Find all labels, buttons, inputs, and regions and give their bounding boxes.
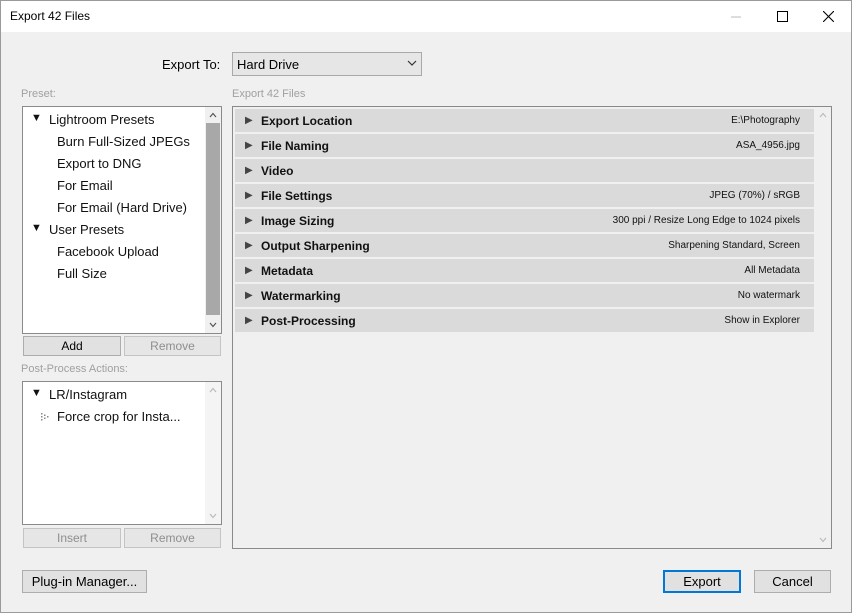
maximize-button[interactable]: [759, 1, 805, 32]
section-export-location[interactable]: ▶ Export Location E:\Photography: [235, 109, 814, 132]
close-button[interactable]: [805, 1, 851, 32]
preset-item[interactable]: Full Size: [23, 264, 205, 286]
section-metadata[interactable]: ▶ Metadata All Metadata: [235, 259, 814, 282]
post-process-label: Post-Process Actions:: [21, 363, 128, 375]
section-file-settings[interactable]: ▶ File Settings JPEG (70%) / sRGB: [235, 184, 814, 207]
preset-item[interactable]: For Email (Hard Drive): [23, 198, 205, 220]
scroll-up-button[interactable]: [205, 382, 221, 398]
export-to-label: Export To:: [162, 57, 221, 72]
section-watermarking[interactable]: ▶ Watermarking No watermark: [235, 284, 814, 307]
chevron-up-icon: [209, 112, 217, 118]
cancel-button[interactable]: Cancel: [754, 570, 831, 593]
section-post-processing[interactable]: ▶ Post-Processing Show in Explorer: [235, 309, 814, 332]
preset-group-user[interactable]: ▼ User Presets: [23, 220, 205, 242]
export-sections-panel: ▶ Export Location E:\Photography ▶ File …: [232, 106, 832, 549]
export-panel-label: Export 42 Files: [232, 88, 306, 100]
post-process-group[interactable]: ▼ LR/Instagram: [23, 385, 205, 407]
preset-label: Preset:: [21, 88, 56, 100]
triangle-right-icon: ▶: [245, 315, 253, 326]
export-to-select[interactable]: Hard Drive: [232, 52, 422, 76]
scroll-down-button[interactable]: [815, 532, 831, 548]
insert-action-button[interactable]: Insert: [23, 528, 121, 548]
scroll-up-button[interactable]: [205, 107, 221, 123]
export-to-value: Hard Drive: [237, 57, 300, 72]
preset-group-lightroom[interactable]: ▼ Lightroom Presets: [23, 110, 205, 132]
maximize-icon: [776, 11, 788, 22]
triangle-right-icon: ▶: [245, 290, 253, 301]
preset-item[interactable]: For Email: [23, 176, 205, 198]
triangle-right-icon: ▶: [245, 190, 253, 201]
triangle-right-icon: ▶: [245, 215, 253, 226]
section-image-sizing[interactable]: ▶ Image Sizing 300 ppi / Resize Long Edg…: [235, 209, 814, 232]
close-icon: [822, 11, 834, 22]
minimize-icon: [731, 16, 741, 17]
preset-item[interactable]: Export to DNG: [23, 154, 205, 176]
post-process-list[interactable]: ▼ LR/Instagram Force crop for Insta...: [22, 381, 222, 525]
chevron-down-icon: [209, 513, 217, 519]
triangle-down-icon: ▼: [31, 112, 42, 124]
triangle-right-icon: ▶: [245, 140, 253, 151]
plugin-manager-button[interactable]: Plug-in Manager...: [22, 570, 147, 593]
triangle-right-icon: ▶: [245, 115, 253, 126]
preset-list[interactable]: ▼ Lightroom Presets Burn Full-Sized JPEG…: [22, 106, 222, 334]
dotted-arrow-icon: [41, 413, 49, 421]
section-video[interactable]: ▶ Video: [235, 159, 814, 182]
post-process-scrollbar[interactable]: [205, 382, 221, 524]
preset-item[interactable]: Burn Full-Sized JPEGs: [23, 132, 205, 154]
preset-scroll-thumb[interactable]: [206, 123, 220, 315]
section-output-sharpening[interactable]: ▶ Output Sharpening Sharpening Standard,…: [235, 234, 814, 257]
remove-preset-button[interactable]: Remove: [124, 336, 221, 356]
window-title: Export 42 Files: [10, 9, 91, 23]
title-bar[interactable]: Export 42 Files: [1, 1, 851, 32]
chevron-up-icon: [819, 112, 827, 118]
scroll-up-button[interactable]: [815, 107, 831, 123]
minimize-button[interactable]: [713, 1, 759, 32]
chevron-down-icon: [407, 60, 417, 66]
chevron-up-icon: [209, 387, 217, 393]
scroll-down-button[interactable]: [205, 508, 221, 524]
post-process-item[interactable]: Force crop for Insta...: [23, 407, 205, 429]
export-dialog: Export 42 Files Export To: Hard Drive Pr…: [0, 0, 852, 613]
triangle-down-icon: ▼: [31, 222, 42, 234]
section-file-naming[interactable]: ▶ File Naming ASA_4956.jpg: [235, 134, 814, 157]
chevron-down-icon: [819, 537, 827, 543]
triangle-right-icon: ▶: [245, 165, 253, 176]
chevron-down-icon: [209, 322, 217, 328]
remove-action-button[interactable]: Remove: [124, 528, 221, 548]
triangle-down-icon: ▼: [31, 387, 42, 399]
export-button[interactable]: Export: [663, 570, 741, 593]
scroll-down-button[interactable]: [205, 317, 221, 333]
sections-scrollbar[interactable]: [815, 107, 831, 548]
triangle-right-icon: ▶: [245, 240, 253, 251]
preset-scrollbar[interactable]: [205, 107, 221, 333]
triangle-right-icon: ▶: [245, 265, 253, 276]
preset-item[interactable]: Facebook Upload: [23, 242, 205, 264]
add-preset-button[interactable]: Add: [23, 336, 121, 356]
